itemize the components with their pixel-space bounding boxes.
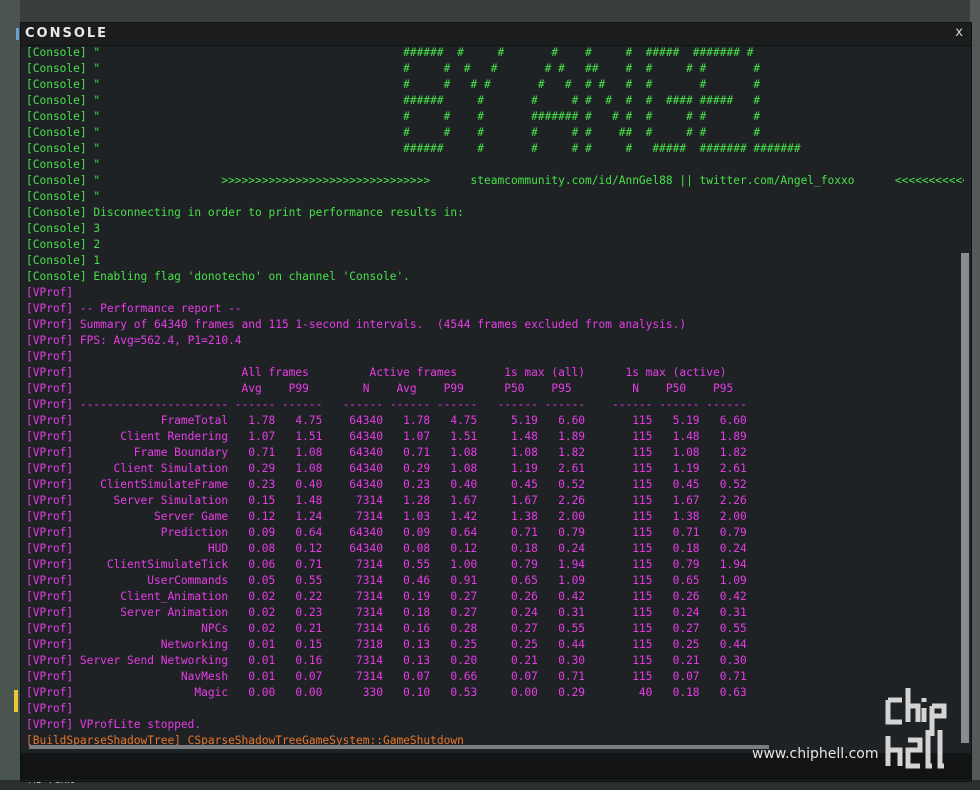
log-line: [VProf] Server Send Networking 0.01 0.16… <box>26 654 747 667</box>
log-line: [VProf] All frames Active frames 1s max … <box>26 366 727 379</box>
log-line: [VProf] Prediction 0.09 0.64 64340 0.09 … <box>26 526 747 539</box>
close-icon[interactable]: x <box>955 25 963 40</box>
log-line: [Console] " >>>>>>>>>>>>>>>>>>>>>>>>>>>>… <box>26 174 964 187</box>
log-line: [VProf] Client Simulation 0.29 1.08 6434… <box>26 462 747 475</box>
horizontal-scrollbar[interactable] <box>29 745 769 749</box>
console-window: CONSOLE x [Console] " ###### # # # # # #… <box>16 22 972 782</box>
background-marker <box>14 690 18 712</box>
log-line: [VProf] <box>26 350 74 363</box>
log-line: [Console] " <box>26 190 101 203</box>
log-line: [Console] " ###### # # # # # ##### #####… <box>26 142 801 155</box>
vertical-scrollbar[interactable] <box>961 253 969 743</box>
log-line: [VProf] ClientSimulateFrame 0.23 0.40 64… <box>26 478 747 491</box>
chiphell-logo-icon <box>885 688 947 769</box>
console-title-bar[interactable]: CONSOLE x <box>16 23 971 46</box>
log-line: [Console] " ###### # # # # # ##### #####… <box>26 46 754 59</box>
log-line: [VProf] VProfLite stopped. <box>26 718 202 731</box>
log-line: [VProf] Magic 0.00 0.00 330 0.10 0.53 0.… <box>26 686 747 699</box>
log-line: [VProf] NavMesh 0.01 0.07 7314 0.07 0.66… <box>26 670 747 683</box>
log-line: [VProf] Summary of 64340 frames and 115 … <box>26 318 687 331</box>
log-line: [VProf] -- Performance report -- <box>26 302 242 315</box>
log-line: [VProf] Networking 0.01 0.15 7318 0.13 0… <box>26 638 747 651</box>
log-line: [VProf] Avg P99 N Avg P99 P50 P95 N P50 … <box>26 382 734 395</box>
log-line: [VProf] NPCs 0.02 0.21 7314 0.16 0.28 0.… <box>26 622 747 635</box>
log-line: [VProf] <box>26 286 74 299</box>
log-line: [VProf] UserCommands 0.05 0.55 7314 0.46… <box>26 574 747 587</box>
log-line: [VProf] Server Simulation 0.15 1.48 7314… <box>26 494 747 507</box>
title-accent <box>16 28 19 40</box>
log-line: [BuildSparseShadowTree] CSparseShadowTre… <box>26 734 464 745</box>
log-line: [Console] 2 <box>26 238 101 251</box>
log-line: [VProf] ClientSimulateTick 0.06 0.71 731… <box>26 558 747 571</box>
log-line: [Console] " # # # # # # ## # # # # <box>26 126 761 139</box>
log-line: [VProf] HUD 0.08 0.12 64340 0.08 0.12 0.… <box>26 542 747 555</box>
log-line: [Console] 1 <box>26 254 101 267</box>
log-line: [Console] " # # # # # # # # # # # # <box>26 78 761 91</box>
log-line: [VProf] Server Animation 0.02 0.23 7314 … <box>26 606 747 619</box>
log-line: [VProf] Client Rendering 1.07 1.51 64340… <box>26 430 747 443</box>
log-line: [VProf] ---------------------- ------ --… <box>26 398 747 411</box>
console-log[interactable]: [Console] " ###### # # # # # ##### #####… <box>26 45 964 745</box>
log-line: [VProf] <box>26 702 74 715</box>
log-line: [Console] " # # # ####### # # # # # # # <box>26 110 761 123</box>
log-line: [Console] " <box>26 158 101 171</box>
log-line: [Console] Enabling flag 'donotecho' on c… <box>26 270 410 283</box>
log-line: [Console] " ###### # # # # # # # #### ##… <box>26 94 761 107</box>
log-line: [VProf] Client_Animation 0.02 0.22 7314 … <box>26 590 747 603</box>
background-left <box>0 0 20 790</box>
log-line: [Console] Disconnecting in order to prin… <box>26 206 464 219</box>
console-title: CONSOLE <box>25 26 109 41</box>
log-line: [VProf] Frame Boundary 0.71 1.08 64340 0… <box>26 446 747 459</box>
watermark-url: www.chiphell.com <box>752 746 879 762</box>
log-line: [Console] 3 <box>26 222 101 235</box>
log-line: [VProf] Server Game 0.12 1.24 7314 1.03 … <box>26 510 747 523</box>
log-line: [VProf] FPS: Avg=562.4, P1=210.4 <box>26 334 242 347</box>
log-line: [Console] " # # # # # # ## # # # # # <box>26 62 761 75</box>
log-line: [VProf] FrameTotal 1.78 4.75 64340 1.78 … <box>26 414 747 427</box>
